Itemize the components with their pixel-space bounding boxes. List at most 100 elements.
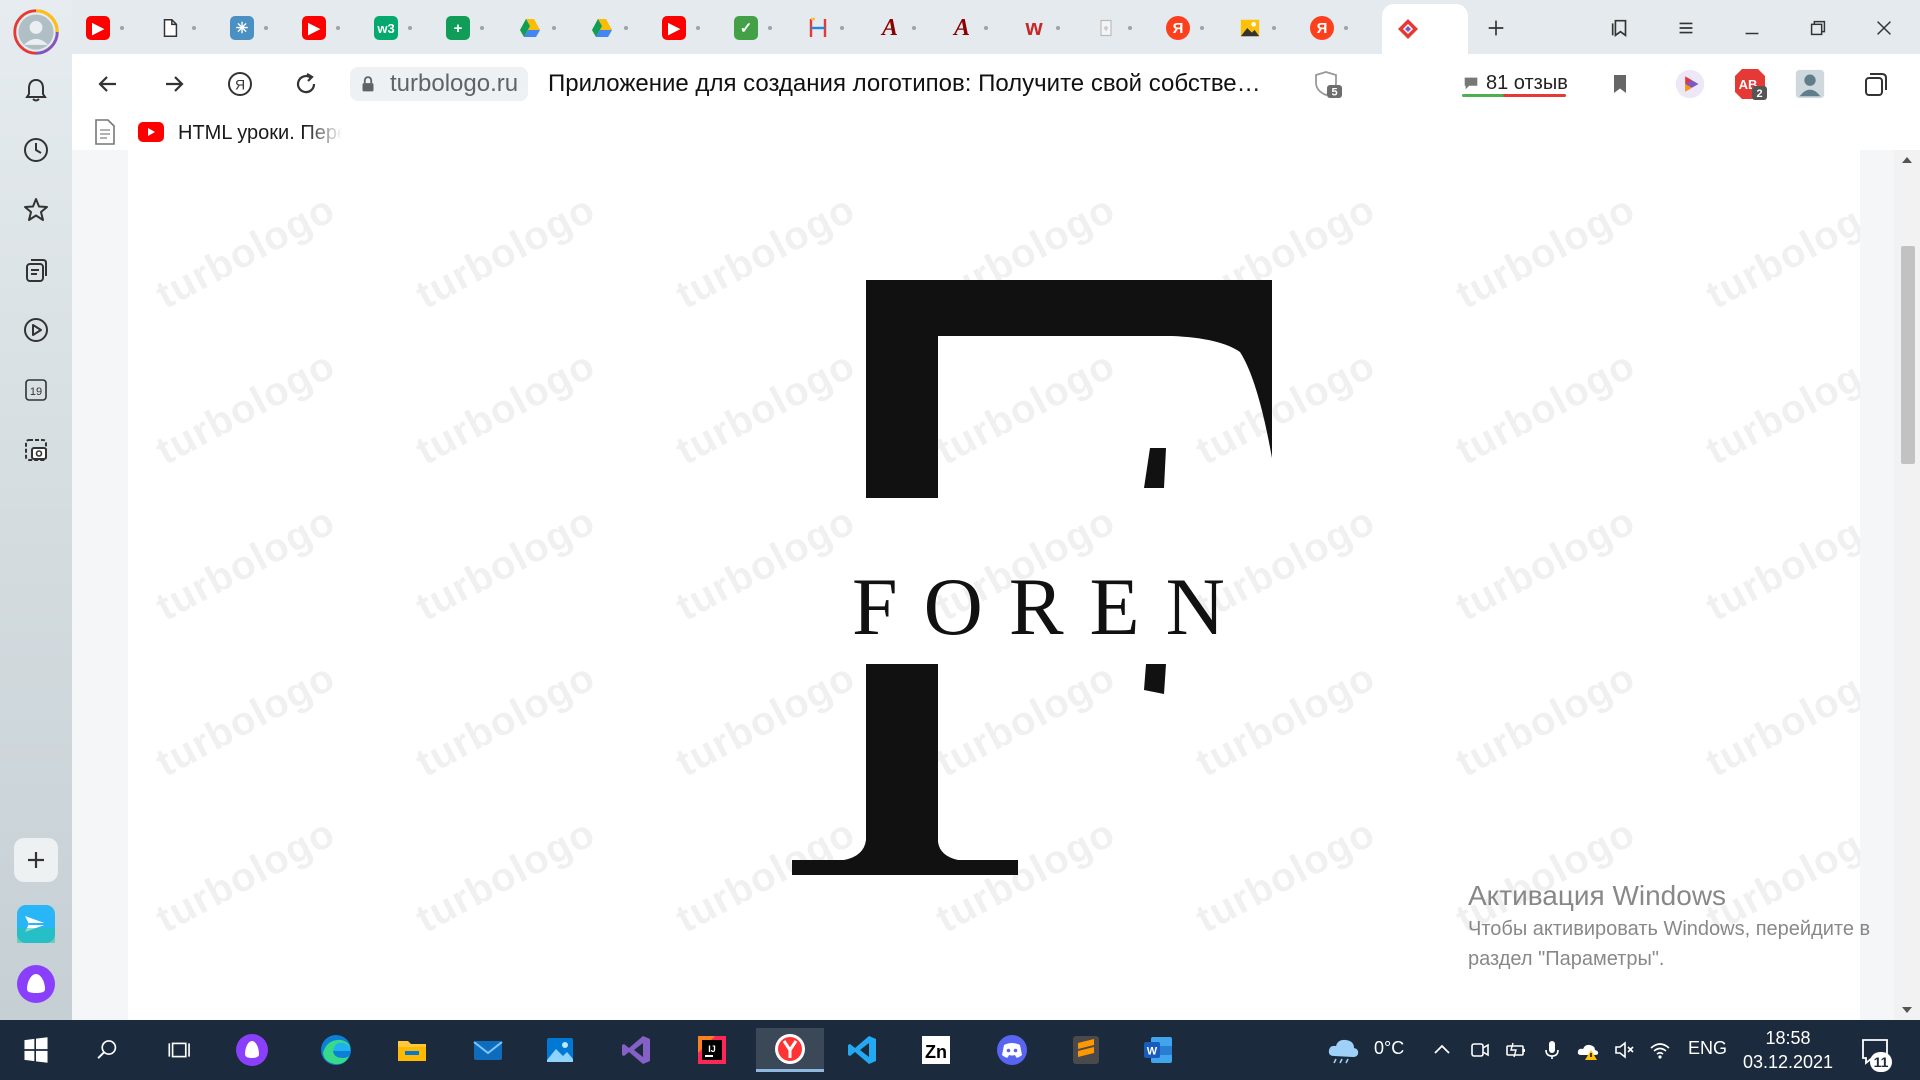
scroll-up-arrow-icon[interactable] xyxy=(1899,152,1915,168)
tab-indicator xyxy=(984,26,988,30)
intellij-idea-icon[interactable]: IJ xyxy=(684,1028,740,1072)
bookmark-flag-icon[interactable] xyxy=(1600,64,1640,104)
back-arrow-icon[interactable] xyxy=(88,64,128,104)
tab-indicator xyxy=(624,26,628,30)
close-window-icon[interactable] xyxy=(1862,8,1906,48)
new-tab-plus-icon[interactable] xyxy=(1474,8,1518,48)
video-play-icon[interactable] xyxy=(14,308,58,352)
activation-body: Чтобы активировать Windows, перейдите в … xyxy=(1468,918,1871,970)
google-drive-icon xyxy=(590,16,614,40)
reload-icon[interactable] xyxy=(286,64,326,104)
yandex-browser-icon[interactable] xyxy=(756,1028,824,1072)
tab-google-drive[interactable] xyxy=(504,6,576,50)
system-clock[interactable]: 18:58 03.12.2021 xyxy=(1742,1026,1834,1074)
account-extension-icon[interactable] xyxy=(1792,66,1828,102)
windows-taskbar: IJ Zn W 0°C ENG 18:58 03.12.2021 11 xyxy=(0,1020,1920,1080)
screenshot-camera-icon[interactable] xyxy=(14,428,58,472)
calendar-icon[interactable]: 19 xyxy=(14,368,58,412)
bell-icon[interactable] xyxy=(14,68,58,112)
tab-youtube[interactable]: ▶ xyxy=(72,6,144,50)
yandex-home-icon[interactable]: Я xyxy=(220,64,260,104)
forward-arrow-icon[interactable] xyxy=(154,64,194,104)
tab-turbologo-active[interactable] xyxy=(1382,4,1468,54)
onedrive-warning-icon[interactable] xyxy=(1576,1038,1600,1067)
tab-images[interactable] xyxy=(1224,6,1296,50)
tab-google-drive-2[interactable] xyxy=(576,6,648,50)
tab-yandex[interactable]: Я xyxy=(1152,6,1224,50)
word-icon[interactable]: W xyxy=(1130,1028,1186,1072)
discord-icon[interactable] xyxy=(984,1028,1040,1072)
add-panel-plus-icon[interactable] xyxy=(14,838,58,882)
menu-hamburger-icon[interactable] xyxy=(1664,8,1708,48)
scroll-down-arrow-icon[interactable] xyxy=(1899,1002,1915,1018)
tab-document[interactable] xyxy=(144,6,216,50)
restore-window-icon[interactable] xyxy=(1796,8,1840,48)
tab-html-site[interactable] xyxy=(792,6,864,50)
zeal-notes-icon[interactable]: Zn xyxy=(908,1028,964,1072)
tab-indicator xyxy=(1344,26,1348,30)
left-gutter xyxy=(72,150,128,1020)
task-view-icon[interactable] xyxy=(152,1028,208,1072)
input-language[interactable]: ENG xyxy=(1688,1038,1727,1059)
bookmark-html-lessons[interactable]: HTML уроки. Пере xyxy=(178,120,342,146)
adblock-extension-icon[interactable]: AB 2 xyxy=(1732,66,1768,102)
protect-badge: 5 xyxy=(1331,87,1337,99)
alice-assistant-icon[interactable] xyxy=(14,962,58,1006)
tab-youtube-2[interactable]: ▶ xyxy=(288,6,360,50)
tabs-bookmark-panel-icon[interactable] xyxy=(1598,8,1642,48)
page-title[interactable]: Приложение для создания логотипов: Получ… xyxy=(548,68,1278,100)
notification-count-badge: 11 xyxy=(1870,1052,1892,1072)
collections-toolbar-icon[interactable] xyxy=(1858,66,1894,102)
logo-wordmark: FOREN xyxy=(852,561,1251,652)
yandex-icon: Я xyxy=(1310,16,1334,40)
tab-yandex-2[interactable]: Я xyxy=(1296,6,1368,50)
weather-cloud-icon[interactable] xyxy=(1326,1034,1360,1069)
tab-image-site[interactable]: ✳ xyxy=(216,6,288,50)
google-drive-icon xyxy=(518,16,542,40)
tab-youtube-3[interactable]: ▶ xyxy=(648,6,720,50)
tab-sheets[interactable]: + xyxy=(432,6,504,50)
alice-taskbar-icon[interactable] xyxy=(224,1028,280,1072)
minimize-window-icon[interactable] xyxy=(1730,8,1774,48)
meet-now-icon[interactable] xyxy=(1468,1038,1492,1067)
tab-w-site[interactable]: w xyxy=(1008,6,1080,50)
document-icon xyxy=(158,16,182,40)
youtube-icon: ▶ xyxy=(302,16,326,40)
profile-avatar[interactable] xyxy=(10,6,62,58)
clock-time: 18:58 xyxy=(1765,1028,1811,1048)
vscode-icon[interactable] xyxy=(834,1028,890,1072)
sublime-text-icon[interactable] xyxy=(1058,1028,1114,1072)
edge-browser-icon[interactable] xyxy=(308,1028,364,1072)
watermark: turbologo xyxy=(148,810,343,942)
tab-blank-doc[interactable] xyxy=(1080,6,1152,50)
visual-studio-icon[interactable] xyxy=(608,1028,664,1072)
photos-icon[interactable] xyxy=(532,1028,588,1072)
battery-power-icon[interactable] xyxy=(1504,1038,1528,1067)
tab-w3schools[interactable]: w3 xyxy=(360,6,432,50)
history-clock-icon[interactable] xyxy=(14,128,58,172)
lock-icon[interactable] xyxy=(350,67,386,101)
address-domain[interactable]: turbologo.ru xyxy=(386,67,529,101)
tab-indicator xyxy=(336,26,340,30)
tab-indicator xyxy=(408,26,412,30)
weather-temperature[interactable]: 0°C xyxy=(1374,1038,1404,1059)
tab-checklist[interactable]: ✓ xyxy=(720,6,792,50)
scrollbar-thumb[interactable] xyxy=(1901,246,1915,464)
collections-icon[interactable] xyxy=(14,248,58,292)
mail-icon[interactable] xyxy=(460,1028,516,1072)
microphone-icon[interactable] xyxy=(1540,1038,1564,1067)
windows-start-icon[interactable] xyxy=(8,1028,64,1072)
search-icon[interactable] xyxy=(80,1028,136,1072)
speaker-muted-icon[interactable] xyxy=(1612,1038,1636,1067)
tab-font-site[interactable]: A xyxy=(864,6,936,50)
file-explorer-icon[interactable] xyxy=(384,1028,440,1072)
document-icon[interactable] xyxy=(94,119,116,145)
tab-indicator xyxy=(1200,26,1204,30)
star-favorites-icon[interactable] xyxy=(14,188,58,232)
wifi-icon[interactable] xyxy=(1648,1038,1672,1067)
protect-shield-icon[interactable]: 5 xyxy=(1308,64,1348,104)
messenger-app-icon[interactable] xyxy=(14,902,58,946)
chevron-up-icon[interactable] xyxy=(1430,1038,1454,1067)
tab-font-site-2[interactable]: A xyxy=(936,6,1008,50)
video-extension-icon[interactable] xyxy=(1672,66,1708,102)
